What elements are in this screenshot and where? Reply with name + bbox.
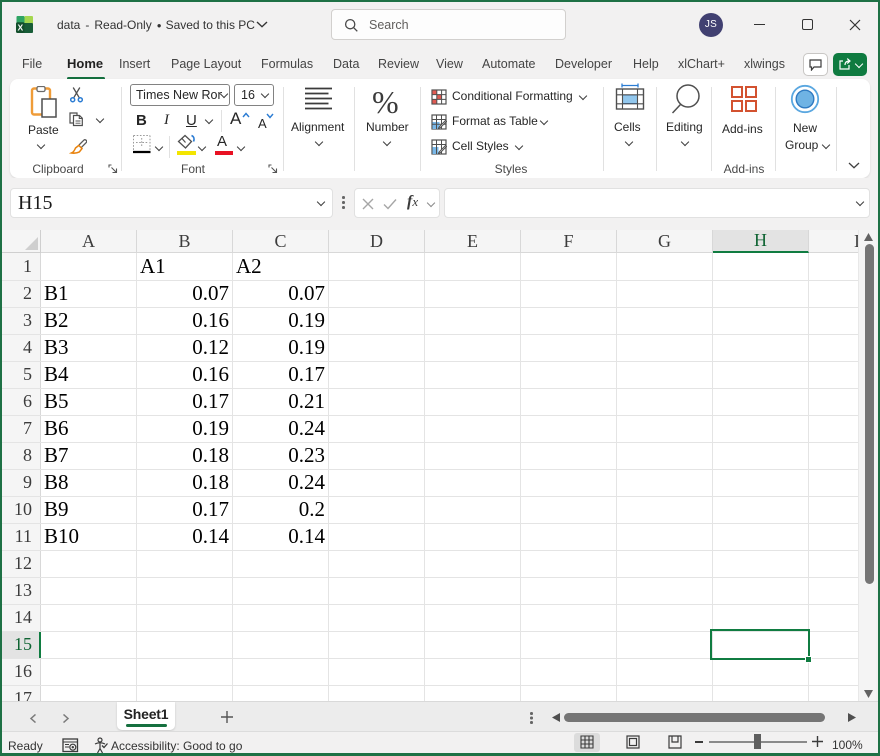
svg-text:X: X	[17, 23, 23, 33]
